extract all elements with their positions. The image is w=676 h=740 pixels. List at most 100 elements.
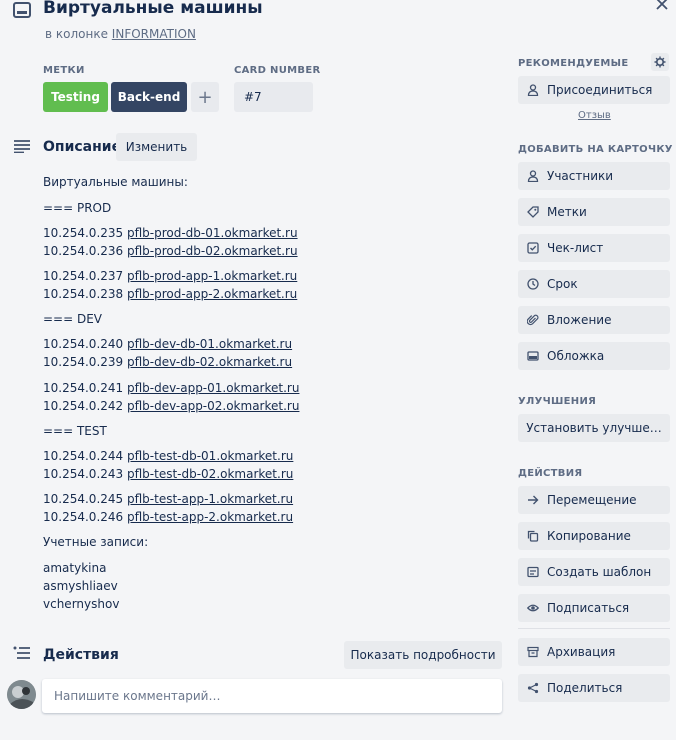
close-icon[interactable] [655, 0, 669, 11]
account-item: vchernyshov [43, 597, 120, 611]
vm-list-item: 10.254.0.240 pflb-dev-db-01.okmarket.ru [43, 335, 493, 353]
actions-header: ДЕЙСТВИЯ [518, 468, 583, 479]
members-label: Участники [547, 169, 614, 183]
vm-host-link[interactable]: pflb-prod-app-1.okmarket.ru [127, 269, 297, 283]
vm-list-item: 10.254.0.244 pflb-test-db-01.okmarket.ru [43, 447, 493, 465]
add-to-card-header: ДОБАВИТЬ НА КАРТОЧКУ [518, 144, 673, 155]
vm-list-item: 10.254.0.242 pflb-dev-app-02.okmarket.ru [43, 397, 493, 415]
suggested-header: РЕКОМЕНДУЕМЫЕ [518, 58, 629, 69]
feedback-link[interactable]: Отзыв [578, 110, 611, 121]
vm-ip: 10.254.0.238 [43, 287, 124, 301]
vm-host-link[interactable]: pflb-prod-db-01.okmarket.ru [127, 226, 298, 240]
add-label-button[interactable]: + [191, 82, 219, 112]
eye-icon [527, 602, 539, 614]
vm-list-item: 10.254.0.237 pflb-prod-app-1.okmarket.ru [43, 267, 493, 285]
vm-host-link[interactable]: pflb-test-app-2.okmarket.ru [127, 510, 293, 524]
make-template-label: Создать шаблон [547, 565, 652, 579]
list-prefix: в колонке [45, 27, 108, 41]
attachment-button[interactable]: Вложение [518, 306, 670, 334]
gear-icon[interactable] [651, 53, 669, 71]
make-template-button[interactable]: Создать шаблон [518, 558, 670, 586]
labels-header: МЕТКИ [43, 65, 85, 76]
template-icon [527, 566, 539, 578]
vm-ip: 10.254.0.241 [43, 381, 124, 395]
vm-list-item: 10.254.0.243 pflb-test-db-02.okmarket.ru [43, 465, 493, 483]
labels-label: Метки [547, 205, 587, 219]
person-icon [527, 84, 539, 96]
checklist-icon [527, 242, 539, 254]
tag-icon [527, 206, 539, 218]
archive-button[interactable]: Архивация [518, 638, 670, 666]
list-name-link[interactable]: INFORMATION [112, 27, 196, 41]
description-title: Описание [43, 139, 122, 155]
paperclip-icon [527, 314, 539, 326]
person-icon [527, 170, 539, 182]
cover-icon [527, 350, 539, 362]
card-number-header: CARD NUMBER [234, 65, 321, 76]
avatar[interactable] [7, 680, 36, 709]
vm-host-link[interactable]: pflb-prod-app-2.okmarket.ru [127, 287, 297, 301]
archive-icon [527, 646, 539, 658]
vm-ip: 10.254.0.242 [43, 399, 124, 413]
copy-icon [527, 530, 539, 542]
accounts-heading: Учетные записи: [43, 535, 149, 549]
vm-ip: 10.254.0.235 [43, 226, 124, 240]
powerups-header: УЛУЧШЕНИЯ [518, 396, 597, 407]
group-heading: === PROD [43, 201, 112, 215]
copy-button[interactable]: Копирование [518, 522, 670, 550]
watch-button[interactable]: Подписаться [518, 594, 670, 622]
sidebar-divider [518, 628, 670, 629]
watch-label: Подписаться [547, 601, 630, 615]
card-title[interactable]: Виртуальные машины [43, 0, 263, 18]
move-button[interactable]: Перемещение [518, 486, 670, 514]
checklist-label: Чек-лист [547, 241, 604, 255]
clock-icon [527, 278, 539, 290]
vm-host-link[interactable]: pflb-dev-db-02.okmarket.ru [127, 355, 292, 369]
copy-label: Копирование [547, 529, 631, 543]
vm-ip: 10.254.0.239 [43, 355, 124, 369]
label-backend[interactable]: Back-end [111, 82, 187, 112]
share-icon [527, 682, 539, 694]
due-date-button[interactable]: Срок [518, 270, 670, 298]
join-button[interactable]: Присоединиться [518, 76, 670, 104]
comment-input[interactable]: Напишите комментарий… [42, 679, 502, 713]
share-button[interactable]: Поделиться [518, 674, 670, 702]
vm-ip: 10.254.0.244 [43, 449, 124, 463]
members-button[interactable]: Участники [518, 162, 670, 190]
vm-host-link[interactable]: pflb-dev-db-01.okmarket.ru [127, 337, 292, 351]
move-label: Перемещение [547, 493, 637, 507]
vm-host-link[interactable]: pflb-dev-app-02.okmarket.ru [127, 399, 299, 413]
labels-button[interactable]: Метки [518, 198, 670, 226]
archive-label: Архивация [547, 645, 616, 659]
activity-icon [13, 646, 31, 661]
join-label: Присоединиться [547, 83, 653, 97]
checklist-button[interactable]: Чек-лист [518, 234, 670, 262]
vm-host-link[interactable]: pflb-prod-db-02.okmarket.ru [127, 244, 298, 258]
arrow-right-icon [527, 494, 539, 506]
vm-list-item: 10.254.0.235 pflb-prod-db-01.okmarket.ru [43, 224, 493, 242]
account-item: asmyshliaev [43, 579, 118, 593]
description-intro: Виртуальные машины: [43, 175, 188, 189]
vm-host-link[interactable]: pflb-dev-app-01.okmarket.ru [127, 381, 299, 395]
activity-title: Действия [43, 647, 119, 663]
vm-list-item: 10.254.0.246 pflb-test-app-2.okmarket.ru [43, 508, 493, 526]
vm-ip: 10.254.0.246 [43, 510, 124, 524]
show-details-button[interactable]: Показать подробности [344, 641, 502, 669]
account-item: amatykina [43, 561, 107, 575]
share-label: Поделиться [547, 681, 623, 695]
vm-ip: 10.254.0.243 [43, 467, 124, 481]
edit-description-button[interactable]: Изменить [116, 133, 197, 161]
vm-list-item: 10.254.0.238 pflb-prod-app-2.okmarket.ru [43, 285, 493, 303]
label-testing[interactable]: Testing [43, 82, 108, 112]
vm-ip: 10.254.0.236 [43, 244, 124, 258]
list-location: в колонке INFORMATION [45, 27, 196, 41]
install-powerup-button[interactable]: Установить улучше… [518, 414, 670, 442]
group-heading: === TEST [43, 424, 107, 438]
group-heading: === DEV [43, 312, 103, 326]
cover-button[interactable]: Обложка [518, 342, 670, 370]
card-number-field[interactable]: #7 [234, 82, 313, 112]
vm-host-link[interactable]: pflb-test-db-01.okmarket.ru [127, 449, 293, 463]
vm-host-link[interactable]: pflb-test-app-1.okmarket.ru [127, 492, 293, 506]
card-icon [13, 2, 31, 18]
vm-host-link[interactable]: pflb-test-db-02.okmarket.ru [127, 467, 293, 481]
